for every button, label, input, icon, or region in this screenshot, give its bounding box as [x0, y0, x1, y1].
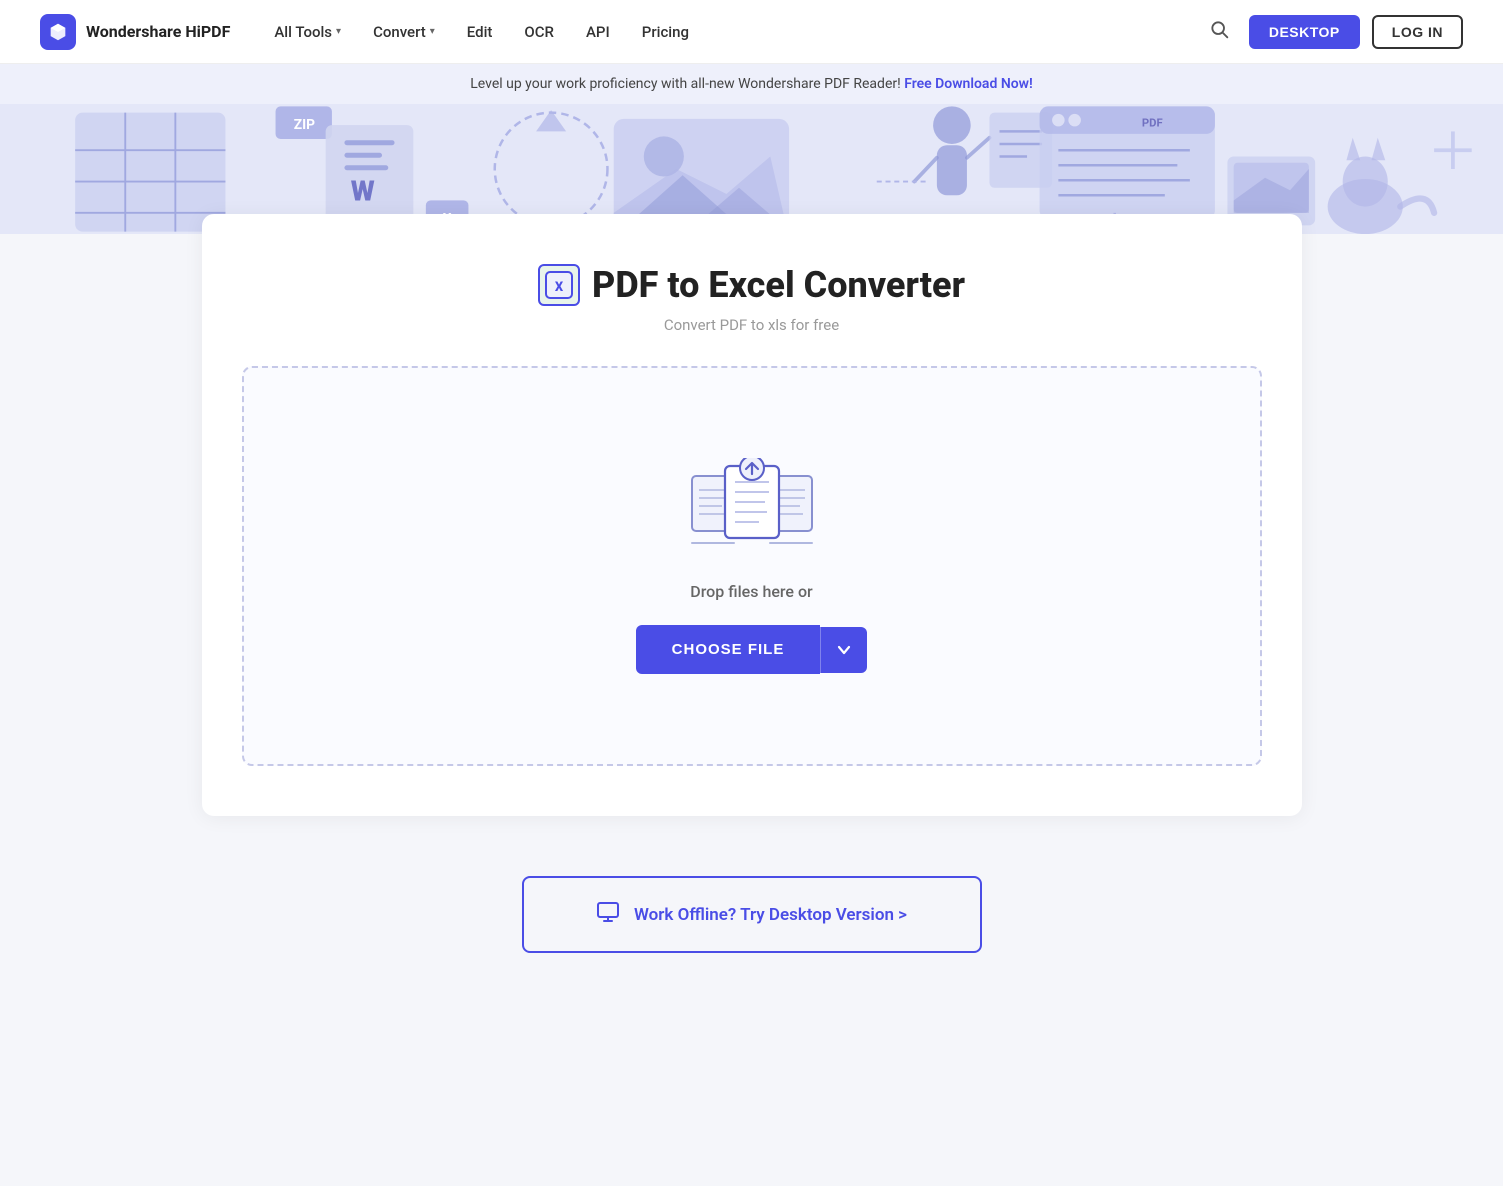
svg-text:PDF: PDF: [1142, 116, 1163, 129]
choose-file-dropdown-button[interactable]: [820, 627, 867, 673]
svg-text:X: X: [555, 280, 564, 295]
banner-text: Level up your work proficiency with all-…: [470, 76, 900, 92]
nav-edit[interactable]: Edit: [453, 15, 507, 49]
nav-links: All Tools ▾ Convert ▾ Edit OCR API Prici…: [260, 15, 1200, 49]
logo-icon: [40, 14, 76, 50]
desktop-button[interactable]: DESKTOP: [1249, 15, 1360, 49]
nav-actions: DESKTOP LOG IN: [1201, 11, 1463, 52]
excel-icon: X: [538, 264, 580, 306]
drop-files-text: Drop files here or: [690, 582, 812, 601]
offline-text: Work Offline? Try Desktop Version >: [634, 905, 907, 925]
nav-pricing[interactable]: Pricing: [628, 15, 703, 49]
logo-area[interactable]: Wondershare HiPDF: [40, 14, 230, 50]
title-area: X PDF to Excel Converter: [242, 264, 1262, 306]
desktop-icon: [596, 900, 620, 929]
search-button[interactable]: [1201, 11, 1237, 52]
upload-icon-area: [687, 458, 817, 558]
navbar: Wondershare HiPDF All Tools ▾ Convert ▾ …: [0, 0, 1503, 64]
choose-file-area: CHOOSE FILE: [636, 625, 868, 674]
chevron-down-icon: ▾: [430, 26, 435, 37]
svg-text:W: W: [351, 174, 375, 207]
promo-banner: Level up your work proficiency with all-…: [0, 64, 1503, 104]
page-subtitle: Convert PDF to xls for free: [242, 316, 1262, 334]
svg-text:ZIP: ZIP: [294, 117, 315, 133]
drop-zone[interactable]: Drop files here or CHOOSE FILE: [242, 366, 1262, 766]
offline-banner[interactable]: Work Offline? Try Desktop Version >: [522, 876, 982, 953]
choose-file-button[interactable]: CHOOSE FILE: [636, 625, 821, 674]
page-title: PDF to Excel Converter: [592, 264, 965, 306]
nav-api[interactable]: API: [572, 15, 624, 49]
chevron-down-icon: ▾: [336, 26, 341, 37]
nav-convert[interactable]: Convert ▾: [359, 15, 449, 49]
brand-name: Wondershare HiPDF: [86, 22, 230, 41]
login-button[interactable]: LOG IN: [1372, 15, 1463, 49]
nav-ocr[interactable]: OCR: [510, 15, 568, 49]
banner-link[interactable]: Free Download Now!: [904, 76, 1033, 92]
main-content: X PDF to Excel Converter Convert PDF to …: [0, 234, 1503, 1013]
converter-card: X PDF to Excel Converter Convert PDF to …: [202, 214, 1302, 816]
nav-all-tools[interactable]: All Tools ▾: [260, 15, 355, 49]
